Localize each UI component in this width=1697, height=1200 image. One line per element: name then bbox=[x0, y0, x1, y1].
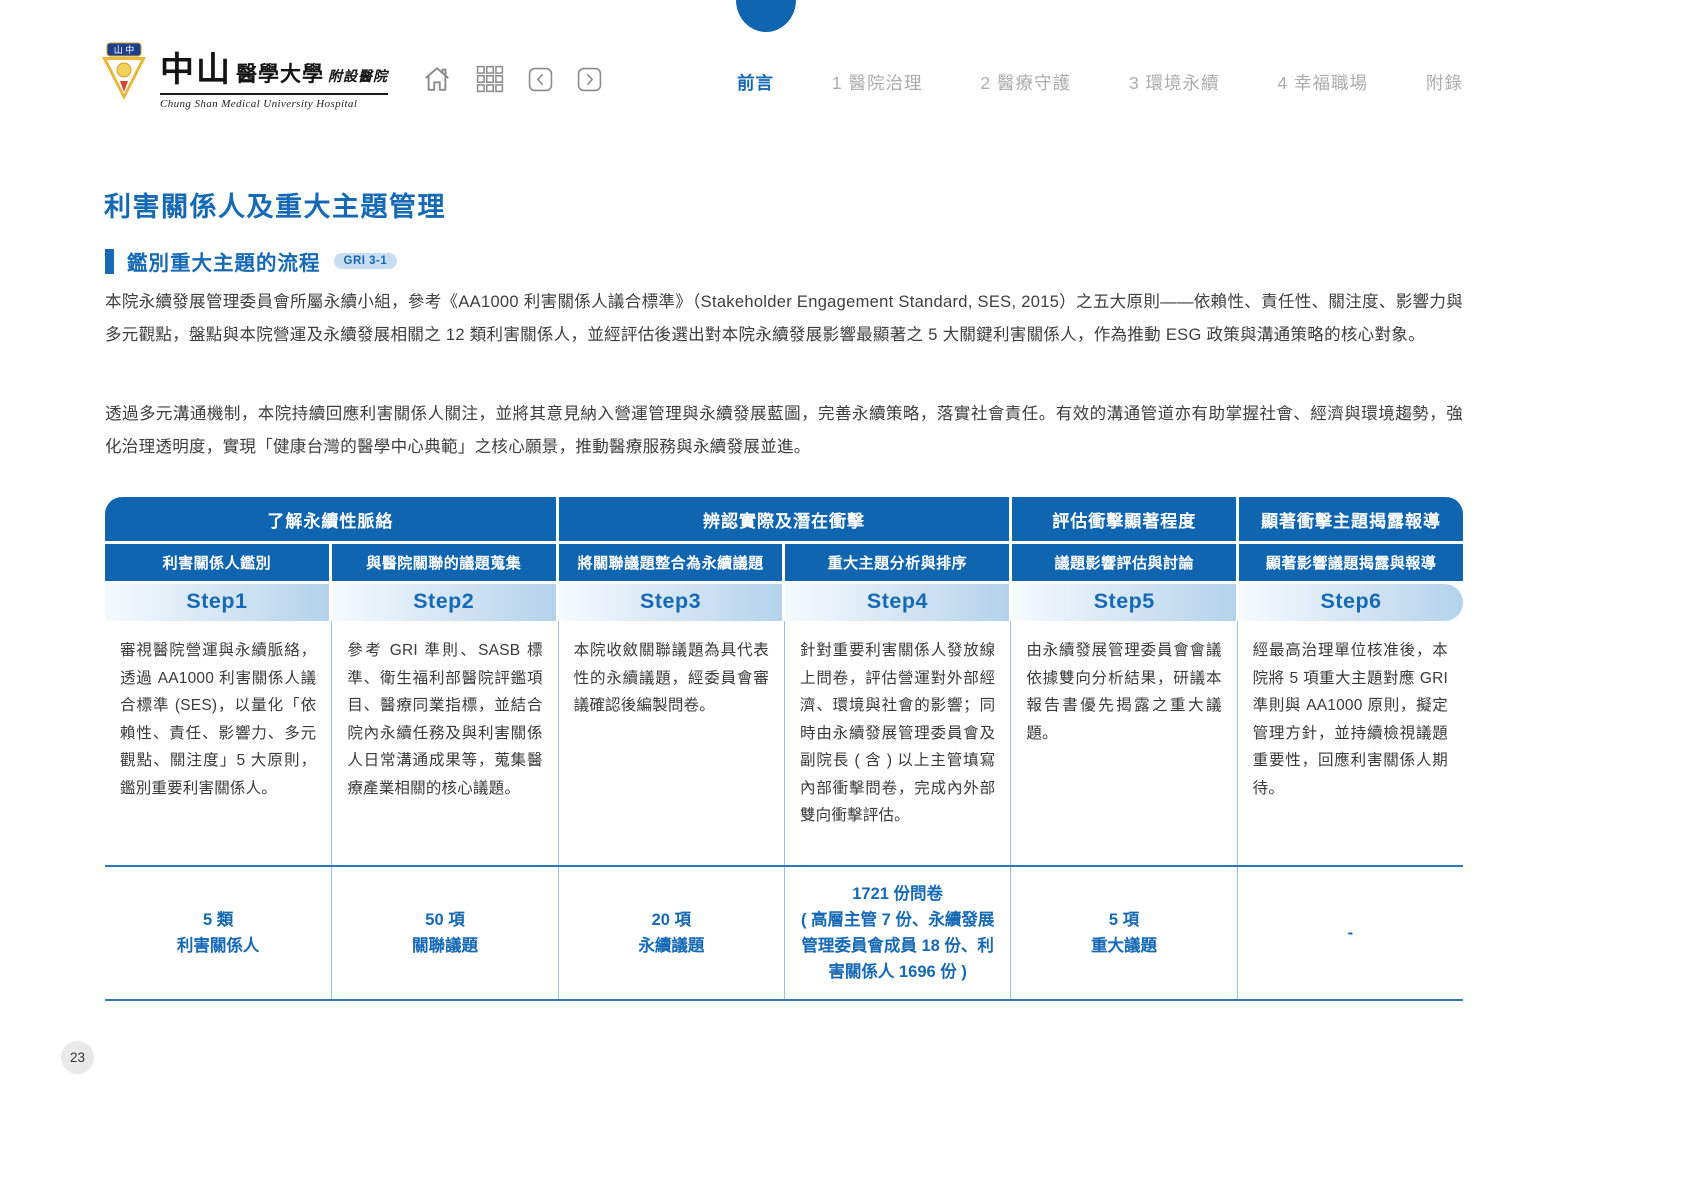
table-bottom-line bbox=[105, 999, 1463, 1001]
nav-item-medical[interactable]: 2 醫療守護 bbox=[980, 70, 1071, 95]
section-bar-decoration bbox=[105, 249, 114, 274]
table-description-row: 審視醫院營運與永續脈絡，透過 AA1000 利害關係人議合標準 (SES)，以量… bbox=[105, 621, 1463, 865]
header-toolbar bbox=[422, 64, 602, 94]
nav-item-governance[interactable]: 1 醫院治理 bbox=[832, 70, 923, 95]
page-number-badge: 23 bbox=[61, 1041, 94, 1074]
sub-header: 將關聯議題整合為永續議題 bbox=[559, 544, 783, 581]
step-result: 20 項永續議題 bbox=[558, 867, 784, 999]
nav-item-foreword[interactable]: 前言 bbox=[737, 70, 774, 95]
step-description: 審視醫院營運與永續脈絡，透過 AA1000 利害關係人議合標準 (SES)，以量… bbox=[105, 621, 331, 865]
step-description: 經最高治理單位核准後，本院將 5 項重大主題對應 GRI 準則與 AA1000 … bbox=[1237, 621, 1463, 865]
page-title: 利害關係人及重大主題管理 bbox=[104, 185, 446, 224]
group-header: 顯著衝擊主題揭露報導 bbox=[1239, 497, 1463, 541]
sub-header: 顯著影響議題揭露與報導 bbox=[1239, 544, 1463, 581]
top-center-circle-decoration bbox=[736, 0, 796, 32]
hospital-emblem-icon: 山 中 bbox=[100, 42, 148, 107]
intro-paragraph-1: 本院永續發展管理委員會所屬永續小組，參考《AA1000 利害關係人議合標準》（S… bbox=[105, 286, 1463, 352]
sub-header: 重大主題分析與排序 bbox=[785, 544, 1009, 581]
materiality-process-table: 了解永續性脈絡 辨認實際及潛在衝擊 評估衝擊顯著程度 顯著衝擊主題揭露報導 利害… bbox=[105, 497, 1463, 1001]
group-header: 了解永續性脈絡 bbox=[105, 497, 556, 541]
table-sub-header-row: 利害關係人鑑別 與醫院關聯的議題蒐集 將關聯議題整合為永續議題 重大主題分析與排… bbox=[105, 544, 1463, 581]
step-result: 50 項關聯議題 bbox=[331, 867, 557, 999]
sub-header: 議題影響評估與討論 bbox=[1012, 544, 1236, 581]
intro-paragraph-2: 透過多元溝通機制，本院持續回應利害關係人關注，並將其意見納入營運管理與永續發展藍… bbox=[105, 398, 1463, 464]
step-description: 參考 GRI 準則、SASB 標準、衛生福利部醫院評鑑項目、醫療同業指標，並結合… bbox=[331, 621, 557, 865]
sub-header: 利害關係人鑑別 bbox=[105, 544, 329, 581]
previous-page-icon[interactable] bbox=[528, 67, 553, 92]
section-title: 鑑別重大主題的流程 bbox=[127, 246, 321, 276]
group-header: 評估衝擊顯著程度 bbox=[1012, 497, 1236, 541]
step-description: 本院收斂關聯議題為具代表性的永續議題，經委員會審議確認後編製問卷。 bbox=[558, 621, 784, 865]
group-header: 辨認實際及潛在衝擊 bbox=[559, 497, 1010, 541]
grid-menu-icon[interactable] bbox=[476, 65, 504, 93]
step-label: Step1 bbox=[105, 584, 329, 621]
step-label: Step3 bbox=[559, 584, 783, 621]
logo-title-zh: 中山 醫學大學 附設醫院 bbox=[160, 42, 388, 95]
step-result: 5 類利害關係人 bbox=[105, 867, 331, 999]
table-group-header-row: 了解永續性脈絡 辨認實際及潛在衝擊 評估衝擊顯著程度 顯著衝擊主題揭露報導 bbox=[105, 497, 1463, 541]
next-page-icon[interactable] bbox=[577, 67, 602, 92]
step-description: 針對重要利害關係人發放線上問卷，評估營運對外部經濟、環境與社會的影響；同時由永續… bbox=[784, 621, 1010, 865]
hospital-logo: 山 中 中山 醫學大學 附設醫院 Chung Shan Medical Univ… bbox=[100, 42, 388, 110]
step-label: Step6 bbox=[1239, 584, 1463, 621]
step-label: Step4 bbox=[785, 584, 1009, 621]
step-result: 5 項重大議題 bbox=[1010, 867, 1236, 999]
gri-badge: GRI 3-1 bbox=[334, 253, 398, 269]
nav-item-appendix[interactable]: 附錄 bbox=[1426, 70, 1463, 95]
chapter-nav: 前言 1 醫院治理 2 醫療守護 3 環境永續 4 幸福職場 附錄 bbox=[737, 70, 1463, 95]
logo-title-en: Chung Shan Medical University Hospital bbox=[160, 98, 388, 110]
step-result: - bbox=[1237, 867, 1463, 999]
sub-header: 與醫院關聯的議題蒐集 bbox=[332, 544, 556, 581]
step-label: Step5 bbox=[1012, 584, 1236, 621]
step-description: 由永續發展管理委員會會議依據雙向分析結果，研議本報告書優先揭露之重大議題。 bbox=[1010, 621, 1236, 865]
table-result-row: 5 類利害關係人 50 項關聯議題 20 項永續議題 1721 份問卷( 高層主… bbox=[105, 867, 1463, 999]
step-label: Step2 bbox=[332, 584, 556, 621]
home-icon[interactable] bbox=[422, 64, 452, 94]
step-result: 1721 份問卷( 高層主管 7 份、永續發展管理委員會成員 18 份、利害關係… bbox=[784, 867, 1010, 999]
nav-item-workplace[interactable]: 4 幸福職場 bbox=[1277, 70, 1368, 95]
emblem-text: 山 中 bbox=[114, 44, 135, 55]
section-heading: 鑑別重大主題的流程 GRI 3-1 bbox=[105, 246, 397, 276]
table-step-row: Step1 Step2 Step3 Step4 Step5 Step6 bbox=[105, 584, 1463, 621]
nav-item-environment[interactable]: 3 環境永續 bbox=[1129, 70, 1220, 95]
